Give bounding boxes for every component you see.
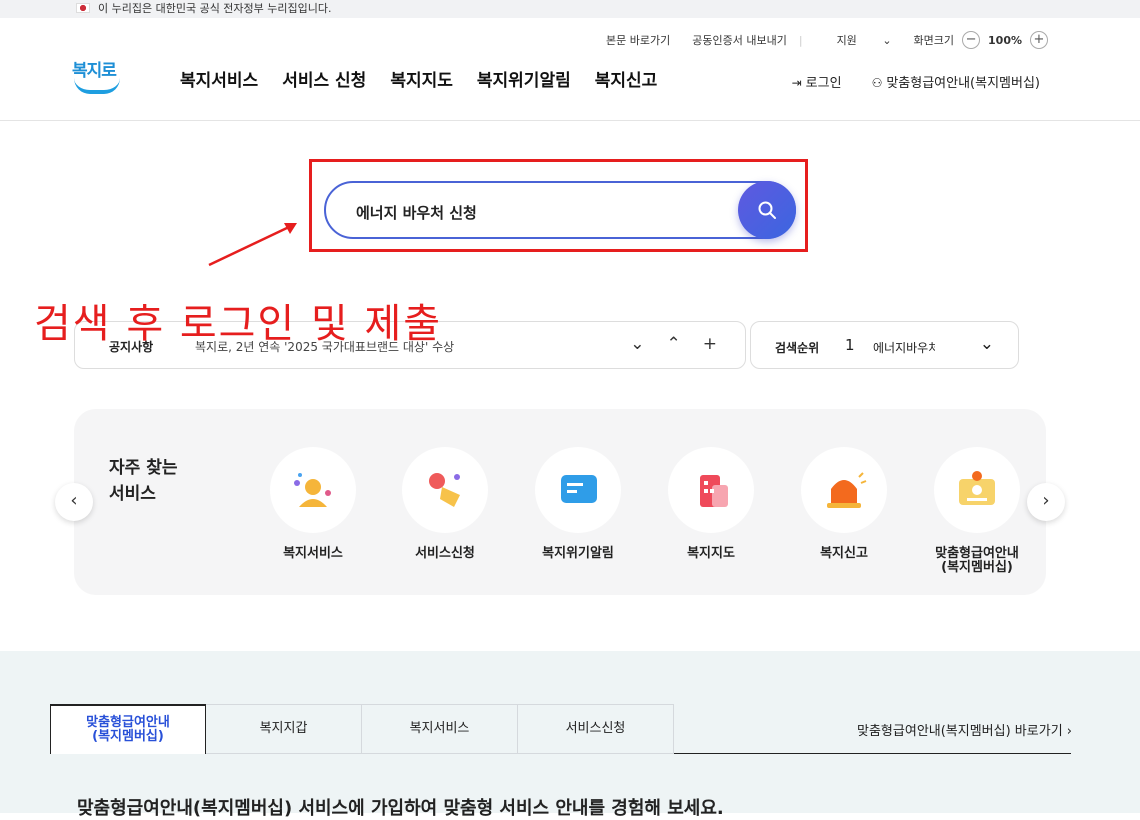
fav-item-label: 복지신고 [820,546,868,561]
chevron-left-icon: ‹ [70,490,78,511]
chevron-right-icon: › [1066,724,1072,739]
nav-welfare-report[interactable]: 복지신고 [595,66,658,91]
skip-link[interactable]: 본문 바로가기 [606,32,670,48]
logo[interactable]: 복지로 [72,56,124,102]
fav-item-welfare-map[interactable]: 복지지도 [656,447,766,561]
user-plus-icon: ⚇ [871,76,883,90]
login-label: 로그인 [805,76,842,91]
korea-flag-icon [76,3,90,13]
section-headline: 맞춤형급여안내(복지멤버십) 서비스에 가입하여 맞춤형 서비스 안내를 경험해… [77,798,724,819]
fav-item-label: 맞춤형급여안내 (복지멤버십) [935,546,1019,575]
zoom-out-button[interactable]: − [962,31,981,49]
support-menu[interactable]: 지원 ⌄ [815,32,892,48]
hand-touch-icon [402,447,488,533]
frequent-services: 자주 찾는 서비스 복지서비스 서비스신청 복지위기알림 복지지도 복지신고 맞… [74,409,1046,595]
annotation-text: 검색 후 로그인 및 제출 [34,301,443,347]
cert-export-link[interactable]: 공동인증서 내보내기 [692,32,787,48]
gov-banner: 이 누리집은 대한민국 공식 전자정부 누리집입니다. [0,0,1140,18]
notice-controls: ⌄ ⌃ + [630,334,717,354]
nav-service-apply[interactable]: 서비스 신청 [282,66,366,91]
login-icon: ⇥ [791,76,802,90]
chevron-right-icon: › [1042,490,1050,511]
goto-label: 맞춤형급여안내(복지멤버십) 바로가기 [857,724,1063,739]
siren-icon [801,447,887,533]
chevron-down-icon[interactable]: ⌄ [980,334,994,354]
logo-smile-icon [74,78,120,94]
header: 본문 바로가기 공동인증서 내보내기 | 지원 ⌄ 화면크기 − 100% + … [0,18,1140,121]
zoom-label: 화면크기 [913,34,955,47]
rank-label: 검색순위 [775,341,820,355]
support-label: 지원 [836,34,857,47]
id-card-icon [934,447,1020,533]
fav-item-service-apply[interactable]: 서비스신청 [390,447,500,561]
title-line: 자주 찾는 [109,458,178,478]
zoom-in-button[interactable]: + [1030,31,1048,49]
zoom-value: 100% [988,33,1022,47]
next-button[interactable]: › [1027,483,1065,521]
search-icon [758,201,776,219]
fav-item-welfare-report[interactable]: 복지신고 [789,447,899,561]
prev-button[interactable]: ‹ [55,483,93,521]
building-icon [668,447,754,533]
chevron-down-icon[interactable]: ⌄ [630,334,644,354]
fav-item-welfare-service[interactable]: 복지서비스 [258,447,368,561]
fav-item-label: 복지지도 [687,546,735,561]
search-button[interactable] [738,181,796,239]
tab-wallet[interactable]: 복지지갑 [206,704,362,754]
frequent-services-title: 자주 찾는 서비스 [109,455,199,507]
tab-membership[interactable]: 맞춤형급여안내 (복지멤버십) [50,704,206,754]
rank-number: 1 [845,336,855,354]
membership-label: 맞춤형급여안내(복지멤버십) [886,76,1040,91]
tab-underline [674,753,1071,754]
membership-goto-link[interactable]: 맞춤형급여안내(복지멤버십) 바로가기 › [857,720,1072,739]
fav-item-membership[interactable]: 맞춤형급여안내 (복지멤버십) [922,447,1032,575]
fav-item-label: 복지위기알림 [542,546,614,561]
login-link[interactable]: ⇥ 로그인 [792,72,842,91]
nav-welfare-service[interactable]: 복지서비스 [180,66,258,91]
chevron-up-icon[interactable]: ⌃ [667,334,681,354]
member-menu: ⇥ 로그인 ⚇ 맞춤형급여안내(복지멤버십) [792,72,1040,91]
title-line: 서비스 [109,484,156,504]
search-rank-bar[interactable]: 검색순위 1 에너지바우처 ⌄ [750,321,1019,369]
plus-icon[interactable]: + [703,334,717,354]
membership-section: 맞춤형급여안내 (복지멤버십) 복지지갑 복지서비스 서비스신청 맞춤형급여안내… [0,651,1140,819]
fav-item-crisis-alert[interactable]: 복지위기알림 [523,447,633,561]
nav-welfare-map[interactable]: 복지지도 [390,66,453,91]
divider: | [798,33,803,47]
annotation-arrow-icon [208,223,297,267]
tab-welfare-service[interactable]: 복지서비스 [362,704,518,754]
people-icon [270,447,356,533]
tab-list: 맞춤형급여안내 (복지멤버십) 복지지갑 복지서비스 서비스신청 [50,704,674,754]
search-bar[interactable]: 에너지 바우처 신청 [324,181,796,239]
rank-keyword[interactable]: 에너지바우처 [873,339,935,356]
tab-service-apply[interactable]: 서비스신청 [518,704,674,754]
main-nav: 복지서비스 서비스 신청 복지지도 복지위기알림 복지신고 [180,66,657,91]
search-input[interactable]: 에너지 바우처 신청 [356,202,477,223]
chevron-down-icon: ⌄ [882,34,892,47]
gov-banner-text: 이 누리집은 대한민국 공식 전자정부 누리집입니다. [98,2,332,15]
message-icon [535,447,621,533]
fav-item-label: 서비스신청 [415,546,475,561]
utility-bar: 본문 바로가기 공동인증서 내보내기 | 지원 ⌄ 화면크기 − 100% + [584,31,1048,49]
membership-link[interactable]: ⚇ 맞춤형급여안내(복지멤버십) [872,72,1040,91]
nav-crisis-alert[interactable]: 복지위기알림 [477,66,571,91]
fav-item-label: 복지서비스 [283,546,343,561]
